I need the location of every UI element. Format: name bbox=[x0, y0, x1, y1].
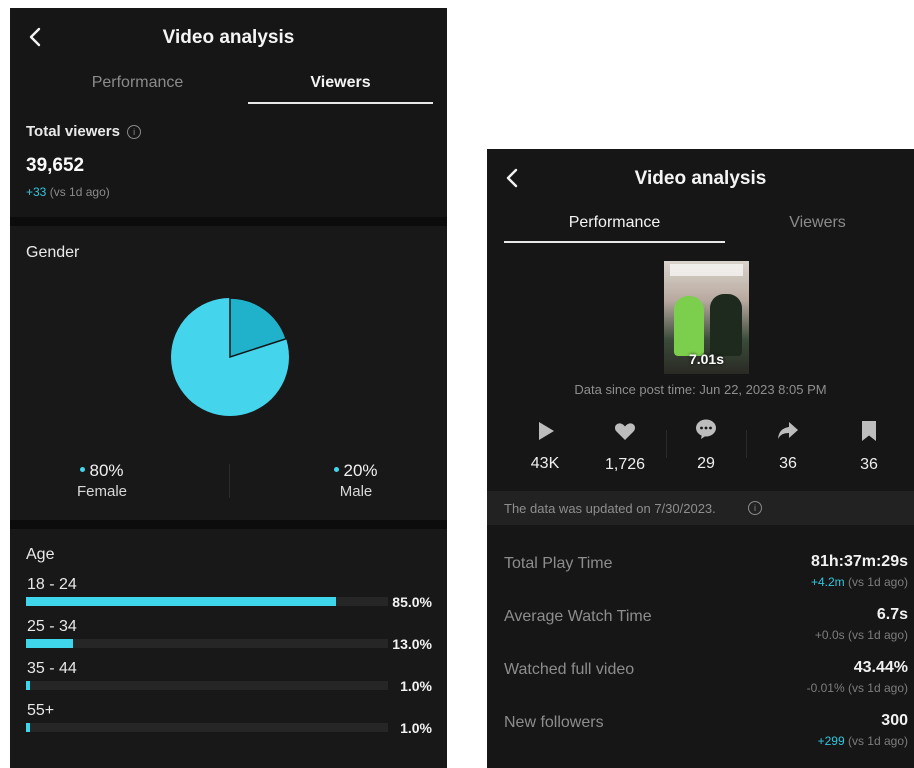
age-bar-fill bbox=[26, 597, 336, 606]
metric-delta: -0.01% (vs 1d ago) bbox=[807, 681, 908, 695]
metric-delta-value: -0.01% bbox=[806, 681, 845, 695]
viewers-screen: Video analysis Performance Viewers Total… bbox=[10, 8, 447, 768]
age-bar-fill bbox=[26, 639, 73, 648]
tab-performance[interactable]: Performance bbox=[40, 74, 235, 92]
likes-count: 1,726 bbox=[604, 456, 646, 473]
age-bar-track bbox=[26, 723, 388, 732]
age-bar-fill bbox=[26, 723, 30, 732]
stat-divider bbox=[666, 430, 667, 458]
metric-value: 81h:37m:29s bbox=[811, 553, 908, 570]
delta-value: +33 bbox=[26, 185, 47, 199]
saves-count: 36 bbox=[860, 456, 878, 473]
age-label: 55+ bbox=[27, 702, 55, 719]
legend-divider bbox=[229, 464, 230, 498]
age-percent: 1.0% bbox=[400, 720, 432, 736]
comment-icon bbox=[696, 419, 716, 439]
gender-pie-chart bbox=[171, 297, 289, 416]
info-icon[interactable]: i bbox=[748, 501, 762, 515]
delta-note: (vs 1d ago) bbox=[49, 185, 110, 199]
section-divider bbox=[10, 217, 447, 226]
metric-value: 43.44% bbox=[853, 659, 908, 676]
age-label: 18 - 24 bbox=[27, 576, 77, 593]
plays-count: 43K bbox=[530, 455, 560, 472]
metric-delta-note: (vs 1d ago) bbox=[847, 681, 908, 695]
tab-viewers[interactable]: Viewers bbox=[725, 214, 910, 232]
legend-dot bbox=[334, 467, 340, 472]
age-bar-track bbox=[26, 681, 388, 690]
metric-delta: +4.2m (vs 1d ago) bbox=[811, 575, 908, 589]
total-viewers-value: 39,652 bbox=[26, 155, 85, 176]
info-icon[interactable]: i bbox=[127, 125, 142, 139]
total-viewers-label-text: Total viewers bbox=[26, 123, 120, 140]
age-label: 35 - 44 bbox=[27, 660, 77, 677]
metric-delta-note: (vs 1d ago) bbox=[847, 628, 908, 642]
header: Video analysis bbox=[487, 149, 914, 211]
gender-heading: Gender bbox=[26, 244, 80, 261]
age-percent: 85.0% bbox=[392, 594, 432, 610]
stat-divider bbox=[746, 430, 747, 458]
section-divider bbox=[10, 520, 447, 529]
total-viewers-label: Total viewers i bbox=[26, 123, 142, 140]
female-label: Female bbox=[76, 483, 128, 500]
updated-note: The data was updated on 7/30/2023. bbox=[504, 501, 716, 516]
metric-label: Watched full video bbox=[504, 661, 635, 678]
age-percent: 13.0% bbox=[392, 636, 432, 652]
age-section: Age 18 - 24 85.0% 25 - 34 13.0% 35 - 44 1.0% 5… bbox=[10, 529, 447, 768]
heart-icon bbox=[614, 423, 636, 440]
age-heading: Age bbox=[26, 546, 55, 563]
thumbnail-figure bbox=[710, 294, 742, 356]
metric-label: New followers bbox=[504, 714, 604, 731]
female-percent: 80% bbox=[89, 461, 124, 480]
comments-count: 29 bbox=[697, 455, 715, 472]
share-icon bbox=[778, 422, 798, 439]
metric-delta: +299 (vs 1d ago) bbox=[818, 734, 908, 748]
legend-male: 20% Male bbox=[316, 461, 396, 500]
gender-section: Gender 80% Female 20% Male bbox=[10, 226, 447, 520]
tab-active-indicator bbox=[248, 102, 433, 104]
header: Video analysis bbox=[10, 8, 447, 70]
video-duration: 7.01s bbox=[688, 351, 725, 367]
thumbnail-caption bbox=[670, 264, 743, 276]
performance-screen: Video analysis Performance Viewers 7.01s… bbox=[487, 149, 914, 768]
data-since-text: Data since post time: Jun 22, 2023 8:05 … bbox=[574, 382, 827, 397]
metric-delta: +0.0s (vs 1d ago) bbox=[815, 628, 908, 642]
age-bar-track bbox=[26, 597, 388, 606]
page-title: Video analysis bbox=[162, 27, 295, 48]
age-bar-fill bbox=[26, 681, 30, 690]
bookmark-icon bbox=[862, 421, 876, 441]
tab-viewers[interactable]: Viewers bbox=[248, 74, 433, 92]
metric-value: 6.7s bbox=[876, 606, 908, 623]
age-bar-track bbox=[26, 639, 388, 648]
play-icon bbox=[539, 422, 554, 440]
age-percent: 1.0% bbox=[400, 678, 432, 694]
metric-value: 300 bbox=[881, 712, 908, 729]
legend-dot bbox=[80, 467, 86, 472]
metric-delta-value: +0.0s bbox=[814, 628, 845, 642]
metric-delta-note: (vs 1d ago) bbox=[847, 575, 908, 589]
male-percent: 20% bbox=[343, 461, 378, 480]
male-label: Male bbox=[339, 483, 373, 500]
metric-delta-note: (vs 1d ago) bbox=[847, 734, 908, 748]
shares-count: 36 bbox=[779, 455, 797, 472]
total-viewers-delta: +33 (vs 1d ago) bbox=[26, 185, 110, 199]
tab-active-indicator bbox=[504, 241, 725, 243]
thumbnail-figure bbox=[674, 296, 704, 356]
page-title: Video analysis bbox=[634, 168, 767, 189]
metric-delta-value: +4.2m bbox=[810, 575, 845, 589]
legend-female: 80% Female bbox=[62, 461, 142, 500]
video-thumbnail[interactable]: 7.01s bbox=[664, 261, 749, 374]
metric-label: Total Play Time bbox=[504, 555, 613, 572]
tab-performance[interactable]: Performance bbox=[504, 214, 725, 232]
updated-banner: The data was updated on 7/30/2023. i bbox=[487, 491, 914, 525]
age-label: 25 - 34 bbox=[27, 618, 77, 635]
metric-delta-value: +299 bbox=[817, 734, 845, 748]
metric-label: Average Watch Time bbox=[504, 608, 652, 625]
